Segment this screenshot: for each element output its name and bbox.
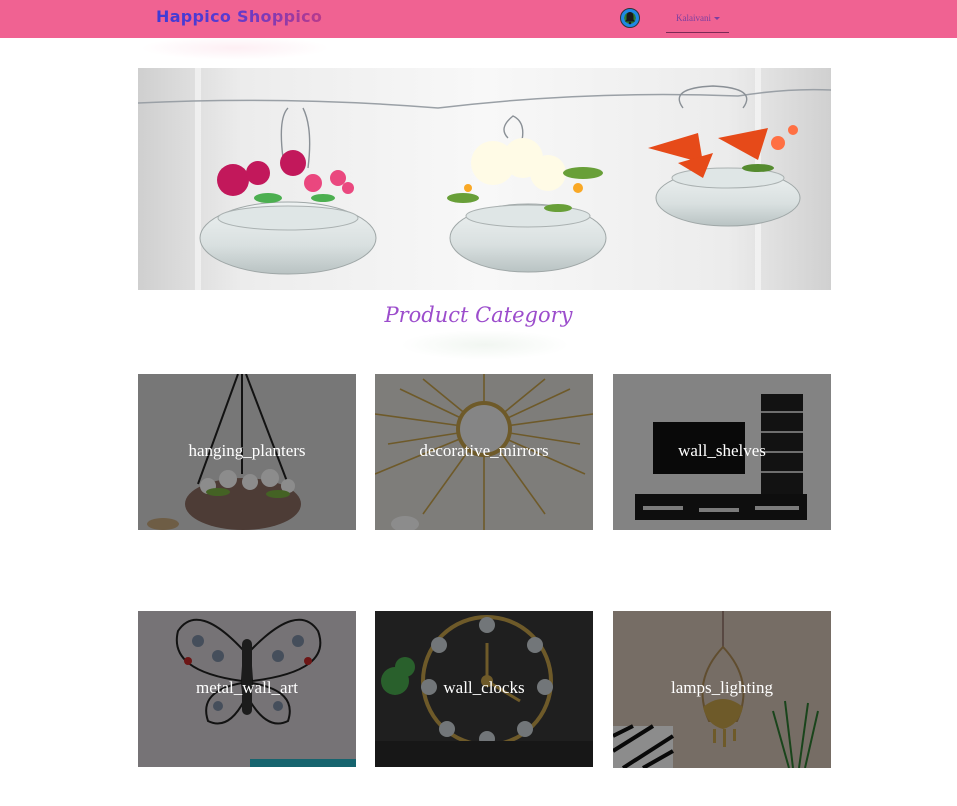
hero-banner bbox=[138, 68, 831, 290]
bell-avatar-icon[interactable] bbox=[620, 8, 640, 28]
category-card-decorative-mirrors[interactable]: decorative_mirrors bbox=[375, 374, 593, 530]
top-navbar: Happico Shoppico Kalaivani bbox=[0, 0, 957, 38]
category-card-metal-wall-art[interactable]: metal_wall_art bbox=[138, 611, 356, 767]
caret-down-icon bbox=[714, 17, 720, 20]
section-title: Product Category bbox=[384, 303, 573, 327]
category-card-lamps-lighting[interactable]: lamps_lighting bbox=[613, 611, 831, 768]
category-card-wall-shelves[interactable]: wall_shelves bbox=[613, 374, 831, 530]
user-menu-dropdown[interactable]: Kalaivani bbox=[666, 8, 729, 33]
brand-logo[interactable]: Happico Shoppico bbox=[156, 7, 322, 26]
category-label: wall_shelves bbox=[678, 441, 766, 460]
hero-vases-image bbox=[138, 68, 831, 290]
category-label: lamps_lighting bbox=[671, 678, 773, 697]
category-card-hanging-planters[interactable]: hanging_planters bbox=[138, 374, 356, 530]
category-label: wall_clocks bbox=[443, 678, 525, 697]
brand-glow bbox=[140, 36, 330, 60]
title-glow bbox=[400, 330, 570, 360]
user-name: Kalaivani bbox=[676, 13, 711, 23]
category-label: hanging_planters bbox=[188, 441, 306, 460]
category-card-wall-clocks[interactable]: wall_clocks bbox=[375, 611, 593, 767]
category-label: decorative_mirrors bbox=[419, 441, 549, 460]
category-label: metal_wall_art bbox=[196, 678, 298, 697]
